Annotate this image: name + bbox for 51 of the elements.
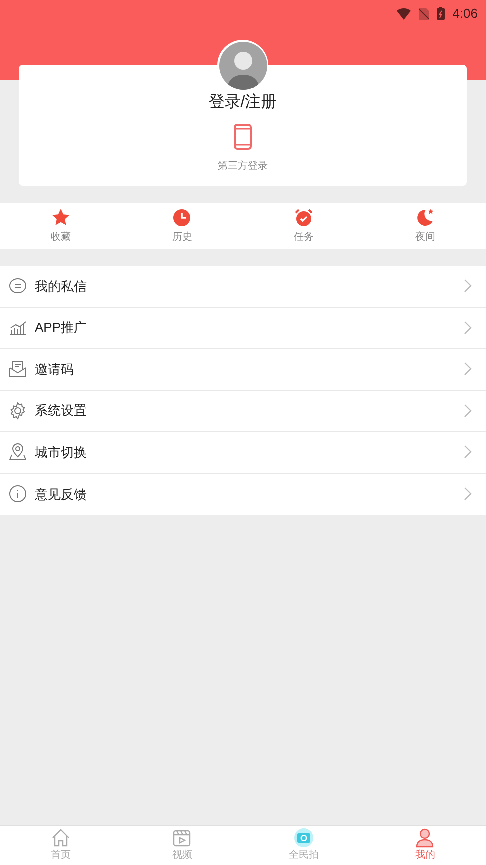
- chevron-right-icon: [464, 362, 472, 376]
- nav-tab[interactable]: 首页: [0, 826, 122, 865]
- alarm-clock-icon: [294, 208, 314, 228]
- menu-label: 意见反馈: [35, 486, 88, 504]
- shortcut-label[interactable]: 任务: [294, 230, 314, 244]
- third-party-login-label: 第三方登录: [218, 160, 268, 174]
- nav-tab[interactable]: 我的: [364, 826, 486, 865]
- camera-icon: [294, 828, 314, 848]
- chevron-right-icon: [464, 445, 472, 460]
- nav-label: 视频: [172, 848, 192, 863]
- menu-label: 我的私信: [35, 278, 88, 296]
- home-icon: [50, 828, 71, 848]
- menu-item[interactable]: 我的私信: [0, 266, 486, 308]
- envelope-icon: [9, 360, 27, 378]
- chevron-right-icon: [464, 487, 472, 502]
- nav-label: 全民拍: [288, 848, 319, 863]
- menu-item[interactable]: APP推广: [0, 308, 486, 349]
- menu-item[interactable]: 城市切换: [0, 432, 486, 474]
- nav-label: 首页: [50, 849, 71, 863]
- star-icon: [50, 208, 71, 228]
- video-icon: [172, 828, 192, 848]
- settings-icon: [9, 402, 27, 420]
- wifi-icon: [396, 8, 411, 20]
- status-time: 4:06: [452, 5, 478, 23]
- nav-tab[interactable]: 全民拍: [243, 826, 364, 865]
- nav-tab[interactable]: 视频: [122, 826, 243, 865]
- battery-icon: [436, 7, 445, 20]
- shortcut-label[interactable]: 历史: [172, 230, 192, 244]
- chat-bubble-icon: [9, 277, 27, 296]
- menu-label: APP推广: [35, 319, 88, 337]
- info-icon: [9, 485, 27, 504]
- no-sim-icon: [418, 8, 429, 20]
- menu-item[interactable]: 系统设置: [0, 390, 486, 432]
- menu-label: 邀请码: [35, 360, 75, 378]
- menu-item[interactable]: 意见反馈: [0, 474, 486, 515]
- clock-icon: [172, 208, 192, 228]
- menu-item[interactable]: 邀请码: [0, 349, 486, 390]
- menu-label: 系统设置: [35, 402, 88, 420]
- person-icon: [415, 828, 436, 848]
- nav-label: 我的: [415, 848, 436, 863]
- chevron-right-icon: [464, 320, 472, 335]
- phone-icon[interactable]: [234, 124, 252, 150]
- shortcut-label[interactable]: 夜间: [415, 230, 436, 244]
- chevron-right-icon: [464, 404, 472, 418]
- location-pin-icon: [9, 443, 27, 462]
- menu-label: 城市切换: [35, 444, 88, 462]
- bar-chart-icon: [9, 318, 27, 337]
- login-register-link[interactable]: 登录/注册: [208, 91, 278, 115]
- chevron-right-icon: [464, 279, 472, 294]
- shortcut-label[interactable]: 收藏: [50, 230, 71, 244]
- moon-icon: [415, 208, 436, 228]
